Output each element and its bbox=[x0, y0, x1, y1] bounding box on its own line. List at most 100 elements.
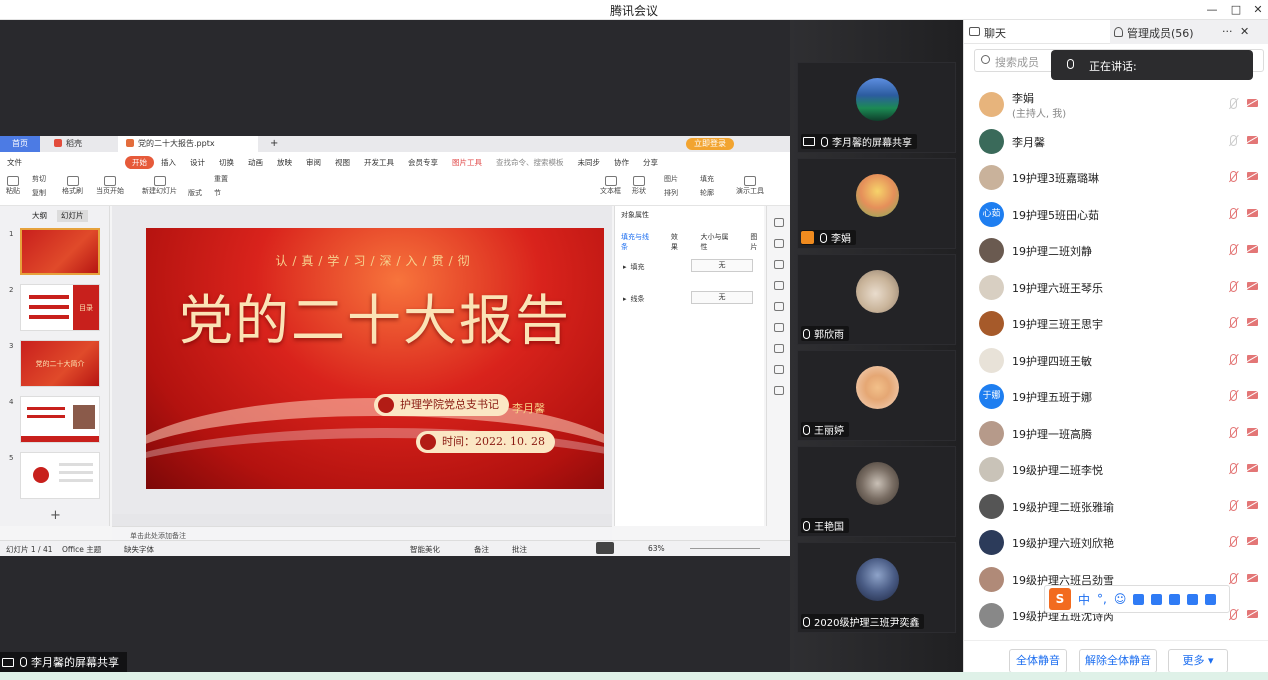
menu-transition[interactable]: 切换 bbox=[212, 157, 241, 168]
camera-off-icon[interactable] bbox=[1247, 610, 1258, 618]
user-icon[interactable] bbox=[1169, 593, 1181, 605]
mic-muted-icon[interactable] bbox=[1230, 317, 1237, 328]
mic-muted-icon[interactable] bbox=[1230, 134, 1237, 146]
layout-icon[interactable] bbox=[773, 281, 784, 290]
mic-muted-icon[interactable] bbox=[1230, 353, 1237, 365]
member-row[interactable]: 19护理六班王琴乐 bbox=[964, 269, 1268, 305]
close-button[interactable]: ✕ bbox=[1249, 2, 1267, 17]
slide-thumbnail[interactable] bbox=[20, 452, 100, 499]
textbox-button[interactable]: 文本框 bbox=[600, 176, 621, 196]
minimize-button[interactable]: — bbox=[1203, 2, 1221, 17]
login-button[interactable]: 立即登录 bbox=[686, 138, 734, 150]
help-icon[interactable] bbox=[773, 302, 784, 311]
menu-slideshow[interactable]: 放映 bbox=[270, 157, 299, 168]
ime-language[interactable]: 中 bbox=[1078, 591, 1090, 608]
menu-start[interactable]: 开始 bbox=[125, 155, 154, 169]
member-row[interactable]: 李月馨 bbox=[964, 123, 1268, 159]
comments-toggle[interactable]: 批注 bbox=[512, 544, 527, 555]
tab-wps[interactable]: 稻壳 bbox=[46, 136, 90, 152]
camera-off-icon[interactable] bbox=[1247, 391, 1258, 399]
pin-icon[interactable] bbox=[773, 260, 784, 269]
book-icon[interactable] bbox=[773, 365, 784, 374]
close-panel-button[interactable]: ✕ bbox=[1240, 25, 1249, 38]
arrange-button[interactable]: 排列 bbox=[664, 189, 678, 198]
member-row[interactable]: 19级护理二班李悦 bbox=[964, 451, 1268, 487]
video-tile[interactable]: 李娟 bbox=[797, 158, 956, 249]
mic-muted-icon[interactable] bbox=[1230, 609, 1237, 620]
missing-font[interactable]: 缺失字体 bbox=[124, 544, 154, 555]
keyboard-icon[interactable] bbox=[1151, 593, 1163, 605]
more-options-icon[interactable]: ··· bbox=[1222, 25, 1233, 38]
menu-insert[interactable]: 插入 bbox=[154, 157, 183, 168]
settings-icon[interactable] bbox=[773, 239, 784, 248]
voice-icon[interactable] bbox=[1133, 593, 1145, 605]
slide-thumbnail[interactable] bbox=[20, 228, 100, 275]
mute-all-button[interactable]: 全体静音 bbox=[1009, 649, 1067, 673]
layout-button[interactable]: 版式 bbox=[188, 189, 202, 198]
slide-thumbnail[interactable] bbox=[20, 396, 100, 443]
menu-design[interactable]: 设计 bbox=[183, 157, 212, 168]
mic-muted-icon[interactable] bbox=[1230, 171, 1237, 182]
camera-off-icon[interactable] bbox=[1247, 135, 1258, 144]
format-painter-button[interactable]: 格式刷 bbox=[62, 176, 83, 196]
command-search[interactable]: 查找命令、搜索模板 bbox=[489, 157, 571, 168]
mic-muted-icon[interactable] bbox=[1230, 499, 1237, 511]
mic-muted-icon[interactable] bbox=[1230, 536, 1237, 547]
sync-status[interactable]: 未同步 bbox=[571, 157, 608, 168]
punctuation-icon[interactable]: °, bbox=[1097, 592, 1107, 606]
mic-muted-icon[interactable] bbox=[1230, 390, 1237, 401]
video-tile[interactable]: 郭欣雨 bbox=[797, 254, 956, 345]
tab-chat[interactable]: 聊天 bbox=[984, 25, 1006, 41]
fill-row[interactable]: ▸ 填充 bbox=[623, 262, 645, 272]
shape-button[interactable]: 形状 bbox=[632, 176, 646, 196]
location-icon[interactable] bbox=[773, 344, 784, 353]
camera-off-icon[interactable] bbox=[1247, 281, 1258, 290]
member-row[interactable]: 19级护理二班张雅瑜 bbox=[964, 488, 1268, 524]
menu-member[interactable]: 会员专享 bbox=[401, 157, 445, 168]
menu-animation[interactable]: 动画 bbox=[241, 157, 270, 168]
new-slide-button[interactable]: 新建幻灯片 bbox=[142, 176, 177, 196]
play-button[interactable] bbox=[596, 542, 614, 554]
camera-off-icon[interactable] bbox=[1247, 245, 1258, 253]
slide-thumbnail[interactable]: 目录 bbox=[20, 284, 100, 331]
tab-members[interactable]: 管理成员(56) bbox=[1127, 25, 1194, 41]
mic-muted-icon[interactable] bbox=[1230, 572, 1237, 584]
notes-toggle[interactable]: 备注 bbox=[474, 544, 489, 555]
smart-beautify[interactable]: 智能美化 bbox=[410, 544, 440, 555]
copy-button[interactable]: 复制 bbox=[32, 189, 46, 198]
video-tile[interactable]: 王艳国 bbox=[797, 446, 956, 537]
emoji-icon[interactable]: ☺ bbox=[1114, 592, 1127, 606]
camera-off-icon[interactable] bbox=[1247, 208, 1258, 217]
cut-button[interactable]: 剪切 bbox=[32, 175, 46, 184]
camera-off-icon[interactable] bbox=[1247, 537, 1258, 545]
member-row[interactable]: 19护理一班高腾 bbox=[964, 415, 1268, 451]
mic-muted-icon[interactable] bbox=[1230, 463, 1237, 474]
menu-picture-tools[interactable]: 图片工具 bbox=[445, 157, 489, 168]
current-slide[interactable]: 认/真/学/习/深/入/贯/彻 党的二十大报告 护理学院党总支书记 李月馨 时间… bbox=[146, 228, 604, 489]
camera-off-icon[interactable] bbox=[1247, 573, 1258, 582]
video-tile[interactable]: 王丽婷 bbox=[797, 350, 956, 441]
tab-home[interactable]: 首页 bbox=[0, 136, 40, 152]
note-icon[interactable] bbox=[773, 323, 784, 332]
share-button[interactable]: 分享 bbox=[636, 157, 665, 168]
tab-outline[interactable]: 大纲 bbox=[32, 210, 47, 222]
menu-view[interactable]: 视图 bbox=[328, 157, 357, 168]
unmute-all-button[interactable]: 解除全体静音 bbox=[1079, 649, 1157, 673]
camera-off-icon[interactable] bbox=[1247, 427, 1258, 436]
line-row[interactable]: ▸ 线条 bbox=[623, 294, 645, 304]
camera-off-icon[interactable] bbox=[1247, 354, 1258, 363]
video-tile[interactable]: 李月馨的屏幕共享 bbox=[797, 62, 956, 153]
mic-muted-icon[interactable] bbox=[1230, 280, 1237, 292]
props-tab-picture[interactable]: 图片 bbox=[750, 232, 764, 252]
new-tab-button[interactable]: + bbox=[262, 136, 286, 152]
menu-developer[interactable]: 开发工具 bbox=[357, 157, 401, 168]
member-row[interactable]: 19级护理六班刘欣艳 bbox=[964, 524, 1268, 560]
line-select[interactable]: 无 bbox=[691, 291, 753, 304]
member-row[interactable]: 19护理四班王敏 bbox=[964, 342, 1268, 378]
more-button[interactable]: 更多 ▾ bbox=[1168, 649, 1228, 673]
member-row[interactable]: 19护理二班刘静 bbox=[964, 232, 1268, 268]
add-slide-button[interactable]: + bbox=[50, 508, 61, 523]
section-button[interactable]: 节 bbox=[214, 189, 221, 198]
fill-button[interactable]: 填充 bbox=[700, 175, 714, 184]
camera-off-icon[interactable] bbox=[1247, 464, 1258, 472]
